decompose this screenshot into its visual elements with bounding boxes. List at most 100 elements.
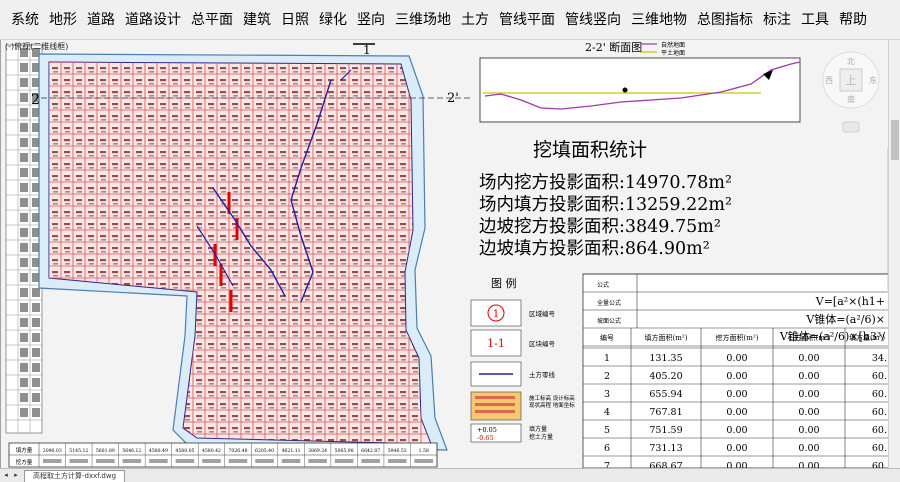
tab-scroll-left-icon[interactable]: ◂ bbox=[2, 471, 10, 480]
grid-cell-label bbox=[341, 95, 346, 97]
menu-item-6[interactable]: 日照 bbox=[276, 0, 314, 40]
table-cell: 1 bbox=[604, 353, 610, 364]
grid-cell-label bbox=[89, 347, 94, 349]
grid-cell-label bbox=[388, 247, 394, 250]
grid-cell-label bbox=[316, 79, 322, 82]
grid-cell-label bbox=[352, 223, 358, 226]
grid-cell-label bbox=[112, 199, 118, 202]
grid-cell-label bbox=[112, 271, 118, 274]
table-cell: 0.00 bbox=[798, 425, 819, 436]
grid-cell-label bbox=[292, 163, 298, 166]
grid-cell-label bbox=[352, 187, 358, 190]
grid-cell-label bbox=[304, 391, 310, 394]
table-cell: 131.35 bbox=[649, 353, 682, 364]
view-cube-icon bbox=[842, 121, 860, 133]
grid-cell-label bbox=[65, 83, 70, 85]
menu-item-8[interactable]: 竖向 bbox=[352, 0, 390, 40]
viewport-label[interactable]: (-)俯视(二维线框) bbox=[5, 41, 68, 52]
grid-cell-label bbox=[244, 91, 250, 94]
grid-cell-label bbox=[185, 71, 190, 73]
grid-cell-label bbox=[232, 175, 238, 178]
grid-cell-label bbox=[137, 311, 142, 313]
grid-cell-label bbox=[269, 371, 274, 373]
grid-cell-label bbox=[269, 251, 274, 253]
table-cell: 60. bbox=[872, 407, 887, 418]
grid-cell-label bbox=[148, 175, 154, 178]
grid-cell-label bbox=[377, 371, 382, 373]
menu-item-17[interactable]: 帮助 bbox=[834, 0, 872, 40]
grid-cell-label bbox=[388, 307, 394, 310]
grid-cell-label bbox=[340, 199, 346, 202]
grid-cell-label bbox=[137, 83, 142, 85]
grid-cell-label bbox=[256, 139, 262, 142]
menu-item-5[interactable]: 建筑 bbox=[238, 0, 276, 40]
grid-cell-label bbox=[256, 367, 262, 370]
grid-cell-label bbox=[245, 143, 250, 145]
grid-cell-label bbox=[268, 391, 274, 394]
menu-item-15[interactable]: 标注 bbox=[758, 0, 796, 40]
grid-cell-label bbox=[101, 203, 106, 205]
grid-cell-label bbox=[65, 71, 70, 73]
grid-cell-label bbox=[269, 215, 274, 217]
grid-cell-label bbox=[161, 239, 166, 241]
grid-cell-label bbox=[352, 127, 358, 130]
menu-item-10[interactable]: 土方 bbox=[456, 0, 494, 40]
grid-cell-label bbox=[352, 175, 358, 178]
grid-cell-label bbox=[281, 143, 286, 145]
menu-item-7[interactable]: 绿化 bbox=[314, 0, 352, 40]
grid-cell-label bbox=[88, 343, 94, 346]
grid-cell-label bbox=[388, 427, 394, 430]
menu-item-4[interactable]: 总平面 bbox=[186, 0, 238, 40]
grid-cell-label bbox=[305, 179, 310, 181]
menu-item-1[interactable]: 地形 bbox=[44, 0, 82, 40]
grid-cell-label bbox=[76, 295, 82, 298]
grid-cell-label bbox=[185, 215, 190, 217]
tab-scroll-right-icon[interactable]: ▸ bbox=[12, 471, 20, 480]
grid-cell-label bbox=[364, 319, 370, 322]
grid-cell-label bbox=[304, 139, 310, 142]
document-tab[interactable]: 高程取土方计算-dxxf.dwg bbox=[24, 470, 126, 482]
menu-item-3[interactable]: 道路设计 bbox=[120, 0, 186, 40]
grid-cell-label bbox=[376, 223, 382, 226]
grid-cell-label bbox=[76, 139, 82, 142]
bottom-value-placeholder bbox=[202, 459, 221, 463]
menu-item-2[interactable]: 道路 bbox=[82, 0, 120, 40]
grid-cell-label bbox=[100, 247, 106, 250]
grid-cell-label bbox=[196, 175, 202, 178]
grid-cell-label bbox=[329, 311, 334, 313]
grid-cell-label bbox=[184, 259, 190, 262]
grid-cell-label bbox=[340, 163, 346, 166]
grid-cell-label bbox=[292, 283, 298, 286]
grid-cell-label bbox=[148, 199, 154, 202]
menu-item-9[interactable]: 三维场地 bbox=[390, 0, 456, 40]
grid-cell-label bbox=[257, 311, 262, 313]
menu-item-11[interactable]: 管线平面 bbox=[494, 0, 560, 40]
grid-cell-label bbox=[196, 403, 202, 406]
grid-cell-label bbox=[113, 323, 118, 325]
grid-cell-label bbox=[52, 127, 58, 130]
drawing-canvas[interactable]: (-)俯视(二维线框) 2 2' 1 2-2' 断面图 自然地面 平土地面 挖填面积统计 场内… bbox=[0, 40, 888, 468]
grid-cell-label bbox=[149, 83, 154, 85]
menu-item-16[interactable]: 工具 bbox=[796, 0, 834, 40]
grid-cell-label bbox=[173, 383, 178, 385]
grid-cell-label bbox=[268, 127, 274, 130]
grid-cell-label bbox=[316, 259, 322, 262]
grid-cell-label bbox=[125, 359, 130, 361]
vertical-scrollbar[interactable] bbox=[888, 40, 900, 468]
grid-cell-label bbox=[245, 287, 250, 289]
grid-cell-label bbox=[65, 155, 70, 157]
grid-cell-label bbox=[328, 103, 334, 106]
grid-cell-label bbox=[113, 83, 118, 85]
grid-cell-label bbox=[65, 107, 70, 109]
bottom-value: 5145.12 bbox=[69, 448, 88, 454]
menu-item-13[interactable]: 三维地物 bbox=[626, 0, 692, 40]
grid-cell-label bbox=[304, 211, 310, 214]
grid-cell-label bbox=[137, 323, 142, 325]
grid-cell-label bbox=[328, 175, 334, 178]
menu-item-12[interactable]: 管线竖向 bbox=[560, 0, 626, 40]
grid-cell-label bbox=[317, 323, 322, 325]
grid-cell-label bbox=[352, 307, 358, 310]
menu-item-14[interactable]: 总图指标 bbox=[692, 0, 758, 40]
scrollbar-thumb[interactable] bbox=[891, 120, 899, 160]
menu-item-0[interactable]: 系统 bbox=[6, 0, 44, 40]
